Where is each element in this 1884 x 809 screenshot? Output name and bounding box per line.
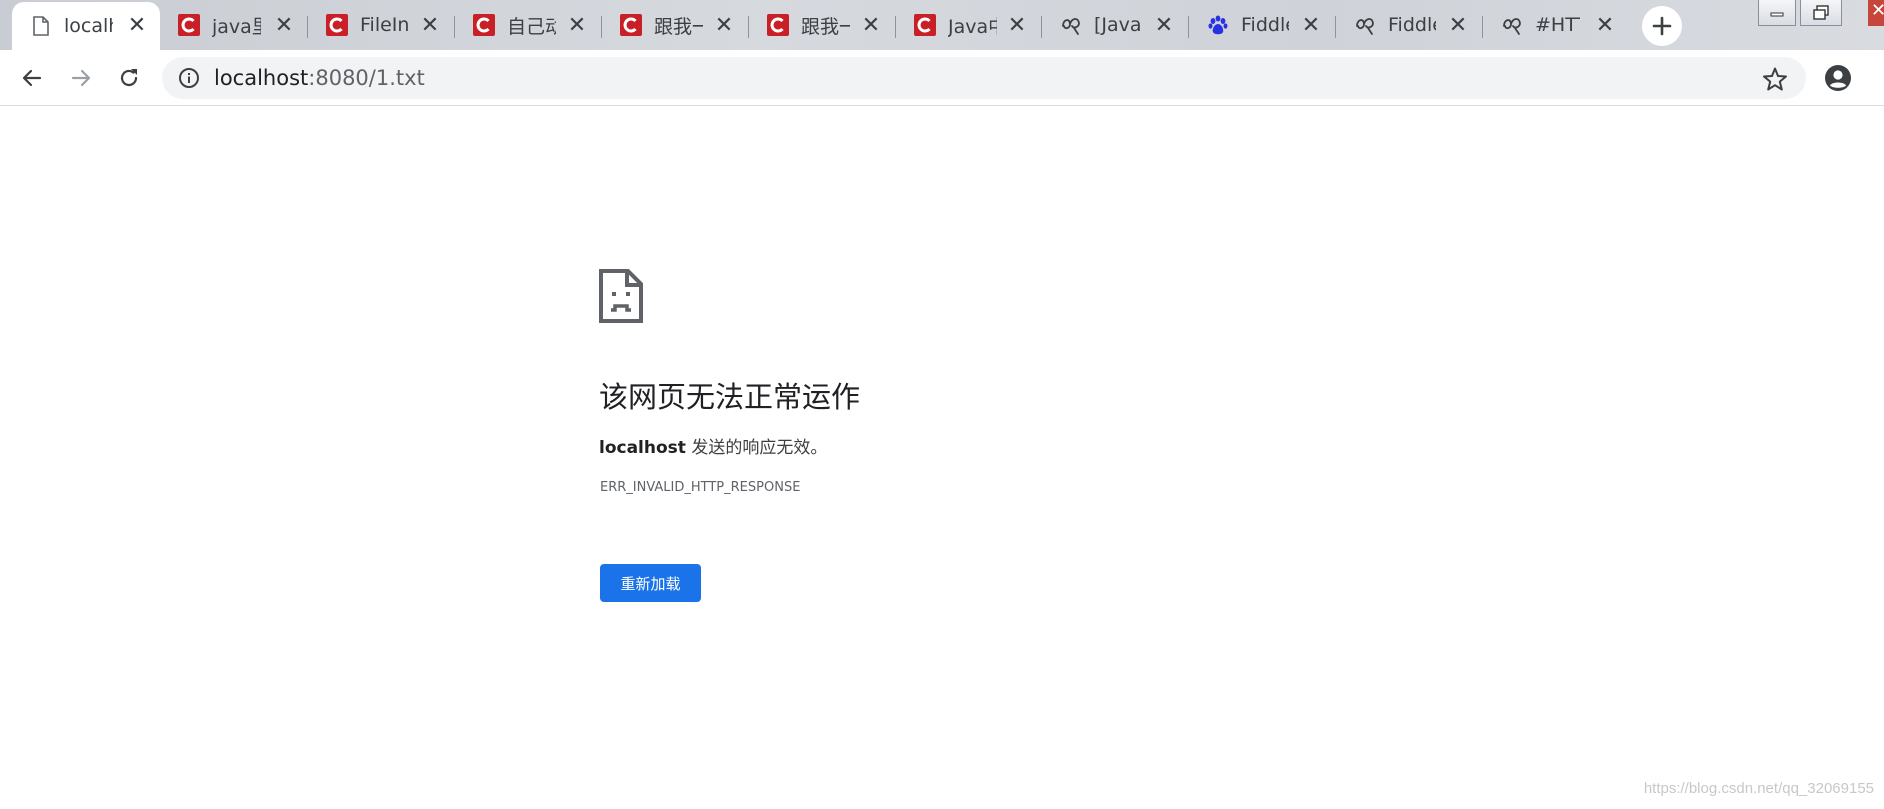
plus-icon (1652, 16, 1672, 36)
tab-title: 跟我一 (801, 15, 850, 38)
csdn-icon (914, 14, 936, 36)
close-icon[interactable]: ✕ (713, 0, 735, 50)
close-icon[interactable]: ✕ (1300, 0, 1322, 50)
csdn-icon (473, 14, 495, 36)
profile-button[interactable] (1820, 60, 1856, 96)
close-icon[interactable]: ✕ (566, 0, 588, 50)
baidu-paw-icon (1207, 14, 1229, 36)
error-description: localhost 发送的响应无效。 (599, 433, 827, 458)
tab-title: 跟我一 (654, 15, 703, 38)
csdn-icon (767, 14, 789, 36)
error-code: ERR_INVALID_HTTP_RESPONSE (600, 480, 801, 495)
document-icon (30, 15, 52, 37)
tab-title: Fiddle (1388, 14, 1436, 36)
tab-title: Fiddle (1241, 14, 1289, 36)
close-icon[interactable]: ✕ (860, 0, 882, 50)
close-icon[interactable]: ✕ (1006, 0, 1028, 50)
tab-title: 自己动 (507, 15, 556, 38)
maximize-button[interactable] (1800, 0, 1842, 26)
csdn-icon (326, 14, 348, 36)
address-bar[interactable]: localhost:8080/1.txt (162, 57, 1806, 99)
tab-strip: localh ✕ java里 ✕ FileIn ✕ 自己动 ✕ 跟我一 ✕ (0, 0, 1884, 50)
tab-title: FileIn (360, 14, 409, 36)
tab-title: Java中 (948, 15, 997, 38)
close-icon[interactable]: ✕ (273, 0, 295, 50)
close-icon[interactable]: ✕ (1594, 0, 1616, 50)
error-host: localhost (599, 438, 686, 458)
restore-icon (1813, 4, 1829, 20)
close-icon[interactable]: ✕ (1447, 0, 1469, 50)
forward-button[interactable] (65, 62, 97, 94)
close-icon[interactable]: ✕ (126, 0, 148, 50)
url-host: localhost (214, 66, 309, 90)
csdn-icon (620, 14, 642, 36)
minimize-icon (1770, 12, 1784, 16)
window-close-button[interactable]: ✕ (1868, 0, 1884, 26)
url-text[interactable]: localhost:8080/1.txt (214, 57, 425, 99)
back-button[interactable] (16, 62, 48, 94)
tab-title: [Java] (1094, 14, 1143, 36)
cnblogs-icon (1060, 14, 1082, 36)
forward-arrow-icon (71, 69, 91, 87)
bookmark-star-icon[interactable] (1762, 66, 1788, 92)
close-icon[interactable]: ✕ (419, 0, 441, 50)
back-arrow-icon (22, 69, 42, 87)
reload-page-button[interactable]: 重新加载 (600, 564, 701, 602)
sad-page-icon (599, 269, 643, 323)
reload-icon (120, 69, 138, 87)
watermark: https://blog.csdn.net/qq_32069155 (1643, 780, 1874, 797)
cnblogs-icon (1354, 14, 1376, 36)
tab-title: #HTT (1535, 14, 1580, 36)
new-tab-button[interactable] (1642, 6, 1682, 46)
minimize-button[interactable] (1758, 0, 1796, 26)
error-title: 该网页无法正常运作 (599, 380, 861, 414)
cnblogs-icon (1501, 14, 1523, 36)
info-icon[interactable] (178, 67, 200, 89)
close-icon[interactable]: ✕ (1153, 0, 1175, 50)
error-message: 发送的响应无效。 (685, 438, 828, 458)
tab-title: localh (64, 15, 113, 37)
browser-toolbar: localhost:8080/1.txt (0, 50, 1884, 106)
tab-title: java里 (212, 15, 261, 38)
url-path: :8080/1.txt (308, 66, 425, 90)
reload-button[interactable] (113, 62, 145, 94)
csdn-icon (178, 14, 200, 36)
account-icon (1825, 65, 1851, 91)
